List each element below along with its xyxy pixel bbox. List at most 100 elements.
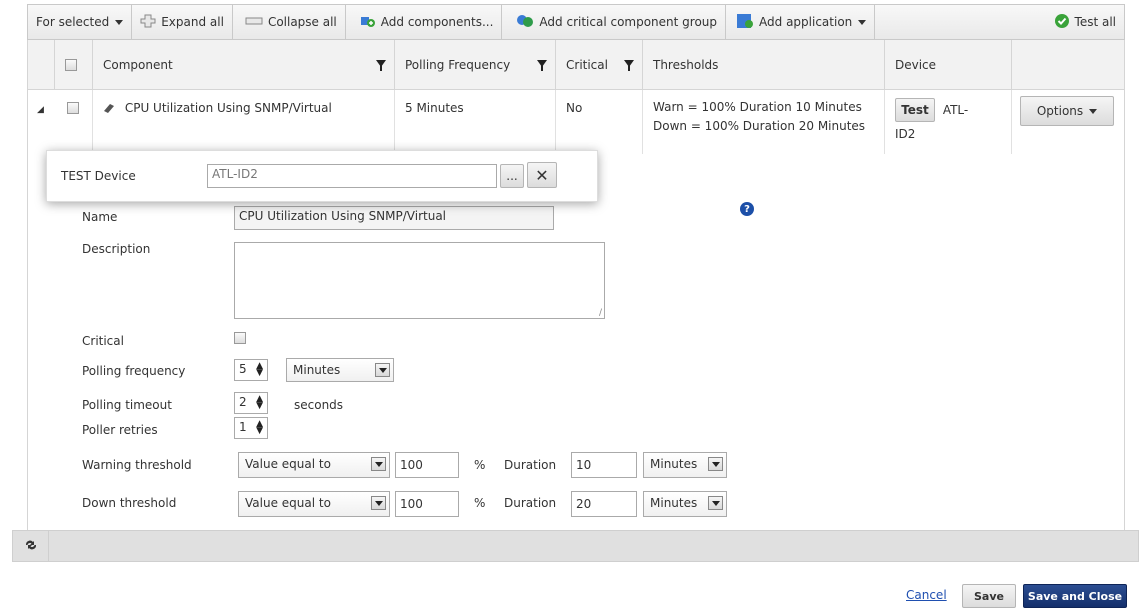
column-device[interactable]: Device [885, 40, 1012, 89]
add-application-button[interactable]: Add application [726, 5, 876, 39]
spinner-arrows-icon[interactable]: ▲ ▼ [256, 395, 263, 411]
down-threshold-label: Down threshold [82, 496, 177, 510]
polling-timeout-stepper[interactable]: 2 ▲ ▼ [234, 392, 268, 414]
polling-frequency-stepper[interactable]: 5 ▲ ▼ [234, 359, 268, 381]
warning-duration-input[interactable]: 10 [571, 452, 637, 478]
resize-handle-icon[interactable]: ∕ [599, 308, 602, 318]
column-component[interactable]: Component [93, 40, 395, 89]
warning-operator-select[interactable]: Value equal to [238, 452, 390, 478]
down-percent-label: % [474, 496, 486, 510]
polling-frequency-value: 5 [239, 362, 247, 376]
expand-all-label: Expand all [161, 15, 224, 29]
row-device-cell: Test ATL- ID2 [885, 90, 1012, 154]
add-application-icon [736, 13, 754, 32]
warning-operator-value: Value equal to [245, 457, 331, 471]
poller-retries-label: Poller retries [82, 423, 158, 437]
filter-icon[interactable] [624, 60, 634, 71]
chevron-down-icon [708, 496, 723, 510]
threshold-warn: Warn = 100% Duration 10 Minutes [653, 100, 862, 114]
filter-icon[interactable] [376, 60, 386, 71]
polling-timeout-unit: seconds [294, 398, 344, 412]
row-checkbox[interactable] [67, 102, 79, 114]
column-polling-frequency[interactable]: Polling Frequency [395, 40, 556, 89]
warning-percent-label: % [474, 458, 486, 472]
table-row: ◢ CPU Utilization Using SNMP/Virtual 5 M… [27, 90, 1125, 154]
down-value-input[interactable]: 100 [395, 491, 459, 517]
test-device-input[interactable]: ATL-ID2 [207, 164, 497, 188]
test-device-popup: TEST Device ATL-ID2 ... ✕ [46, 150, 598, 202]
options-button[interactable]: Options [1020, 96, 1114, 126]
down-operator-value: Value equal to [245, 496, 331, 510]
expand-all-button[interactable]: Expand all [132, 5, 233, 39]
row-polling-frequency: 5 Minutes [395, 90, 556, 154]
warning-value-input[interactable]: 100 [395, 452, 459, 478]
help-icon[interactable]: ? [740, 202, 754, 216]
chevron-down-icon [371, 496, 386, 510]
poller-retries-value: 1 [239, 420, 247, 434]
add-components-button[interactable]: Add components... [346, 5, 503, 39]
refresh-cell [13, 531, 49, 561]
check-circle-icon [1054, 13, 1070, 32]
save-button[interactable]: Save [962, 584, 1016, 608]
column-thresholds[interactable]: Thresholds [643, 40, 885, 89]
spinner-arrows-icon[interactable]: ▲ ▼ [256, 362, 263, 378]
poller-retries-stepper[interactable]: 1 ▲ ▼ [234, 417, 268, 439]
chevron-down-icon [1089, 108, 1098, 114]
chevron-down-icon [115, 19, 124, 25]
component-edit-panel: Name CPU Utilization Using SNMP/Virtual … [27, 154, 1125, 530]
save-and-close-button[interactable]: Save and Close [1023, 584, 1127, 608]
add-critical-group-button[interactable]: Add critical component group [502, 5, 727, 39]
down-duration-input[interactable]: 20 [571, 491, 637, 517]
description-textarea[interactable]: ∕ [234, 242, 605, 319]
browse-device-button[interactable]: ... [500, 164, 524, 188]
collapse-all-button[interactable]: Collapse all [233, 5, 346, 39]
grid-header: Component Polling Frequency Critical Thr… [27, 40, 1125, 90]
name-label: Name [82, 210, 118, 224]
test-all-label: Test all [1074, 15, 1116, 29]
select-all-checkbox[interactable] [65, 58, 77, 71]
warning-duration-label: Duration [504, 458, 557, 472]
chevron-down-icon [371, 457, 386, 471]
refresh-icon[interactable] [24, 539, 38, 554]
row-collapse-toggle[interactable]: ◢ [28, 90, 55, 154]
for-selected-dropdown[interactable]: For selected [28, 5, 133, 39]
chevron-down-icon [858, 19, 867, 25]
options-label: Options [1036, 104, 1084, 118]
column-critical[interactable]: Critical [556, 40, 643, 89]
collapse-icon [245, 15, 263, 29]
test-all-button[interactable]: Test all [1046, 5, 1124, 39]
name-input[interactable]: CPU Utilization Using SNMP/Virtual [234, 206, 554, 230]
column-polling-frequency-label: Polling Frequency [405, 57, 511, 72]
device-name-line2: ID2 [895, 127, 916, 141]
component-icon [103, 99, 115, 119]
down-duration-unit-select[interactable]: Minutes [643, 491, 727, 517]
row-component-cell: CPU Utilization Using SNMP/Virtual [93, 90, 395, 154]
polling-timeout-value: 2 [239, 395, 247, 409]
row-critical: No [556, 90, 643, 154]
critical-label: Critical [82, 334, 124, 348]
cancel-link[interactable]: Cancel [906, 588, 947, 602]
column-device-label: Device [895, 57, 937, 72]
device-name-line1: ATL- [942, 103, 969, 117]
column-thresholds-label: Thresholds [653, 57, 719, 72]
spinner-arrows-icon[interactable]: ▲ ▼ [256, 420, 263, 436]
down-operator-select[interactable]: Value equal to [238, 491, 390, 517]
add-components-icon [360, 13, 376, 32]
chevron-down-icon [375, 363, 390, 377]
column-critical-label: Critical [566, 57, 608, 72]
polling-frequency-unit-select[interactable]: Minutes [286, 358, 394, 382]
row-component-name: CPU Utilization Using SNMP/Virtual [124, 101, 332, 115]
clear-device-button[interactable]: ✕ [527, 162, 557, 188]
test-button[interactable]: Test [895, 98, 935, 122]
add-group-icon [516, 14, 534, 31]
warning-duration-unit-select[interactable]: Minutes [643, 452, 727, 478]
collapse-all-label: Collapse all [267, 15, 337, 29]
for-selected-label: For selected [36, 15, 110, 29]
warning-duration-unit-value: Minutes [650, 457, 698, 471]
critical-checkbox[interactable] [234, 332, 246, 344]
column-component-label: Component [103, 57, 173, 72]
add-application-label: Add application [759, 15, 853, 29]
toolbar: For selected Expand all Collapse all Add… [27, 4, 1125, 40]
warning-threshold-label: Warning threshold [82, 458, 192, 472]
filter-icon[interactable] [537, 60, 547, 71]
